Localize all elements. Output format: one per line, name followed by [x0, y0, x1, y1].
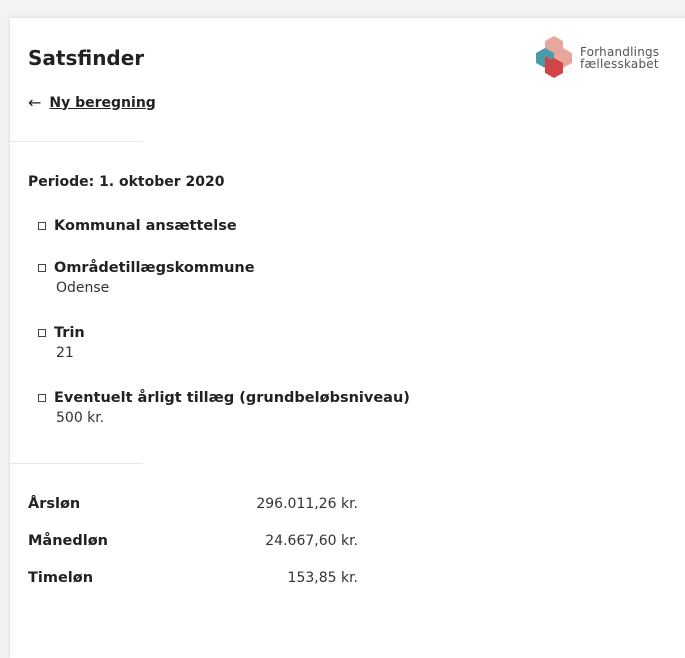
checkbox-icon[interactable]: [38, 222, 46, 230]
list-item-annual-supplement: Eventuelt årligt tillæg (grundbeløbsnive…: [38, 390, 410, 426]
list-item-employment: Kommunal ansættelse: [38, 218, 237, 234]
item-label: Eventuelt årligt tillæg (grundbeløbsnive…: [54, 390, 410, 406]
result-value: 296.011,26 kr.: [256, 496, 358, 512]
new-calculation-link[interactable]: ← Ny beregning: [28, 93, 156, 112]
divider: [10, 463, 143, 464]
item-label: Områdetillægskommune: [54, 260, 255, 276]
arrow-left-icon: ←: [28, 93, 42, 112]
logo: Forhandlings fællesskabet: [536, 36, 659, 80]
item-label: Trin: [54, 325, 85, 341]
main-card: Satsfinder ← Ny beregning Forhandlings f…: [10, 18, 685, 658]
result-label: Timeløn: [28, 570, 94, 586]
logo-text-line2: fællesskabet: [580, 57, 659, 71]
hexagon-cluster-logo-icon: [536, 36, 572, 78]
result-label: Årsløn: [28, 496, 81, 512]
period-heading: Periode: 1. oktober 2020: [28, 174, 225, 190]
result-row-annual: Årsløn 296.011,26 kr.: [28, 496, 358, 516]
item-value: 21: [56, 345, 74, 361]
result-row-hourly: Timeløn 153,85 kr.: [28, 570, 358, 590]
list-item-step: Trin 21: [38, 325, 85, 361]
page-title: Satsfinder: [28, 46, 145, 70]
checkbox-icon[interactable]: [38, 264, 46, 272]
item-value: 500 kr.: [56, 410, 105, 426]
result-value: 153,85 kr.: [287, 570, 358, 586]
item-label: Kommunal ansættelse: [54, 218, 237, 234]
list-item-area-municipality: Områdetillægskommune Odense: [38, 260, 255, 296]
divider: [10, 141, 143, 142]
result-value: 24.667,60 kr.: [265, 533, 358, 549]
result-row-monthly: Månedløn 24.667,60 kr.: [28, 533, 358, 553]
item-value: Odense: [56, 280, 110, 296]
checkbox-icon[interactable]: [38, 329, 46, 337]
result-label: Månedløn: [28, 533, 109, 549]
checkbox-icon[interactable]: [38, 394, 46, 402]
new-calculation-label: Ny beregning: [49, 94, 156, 111]
